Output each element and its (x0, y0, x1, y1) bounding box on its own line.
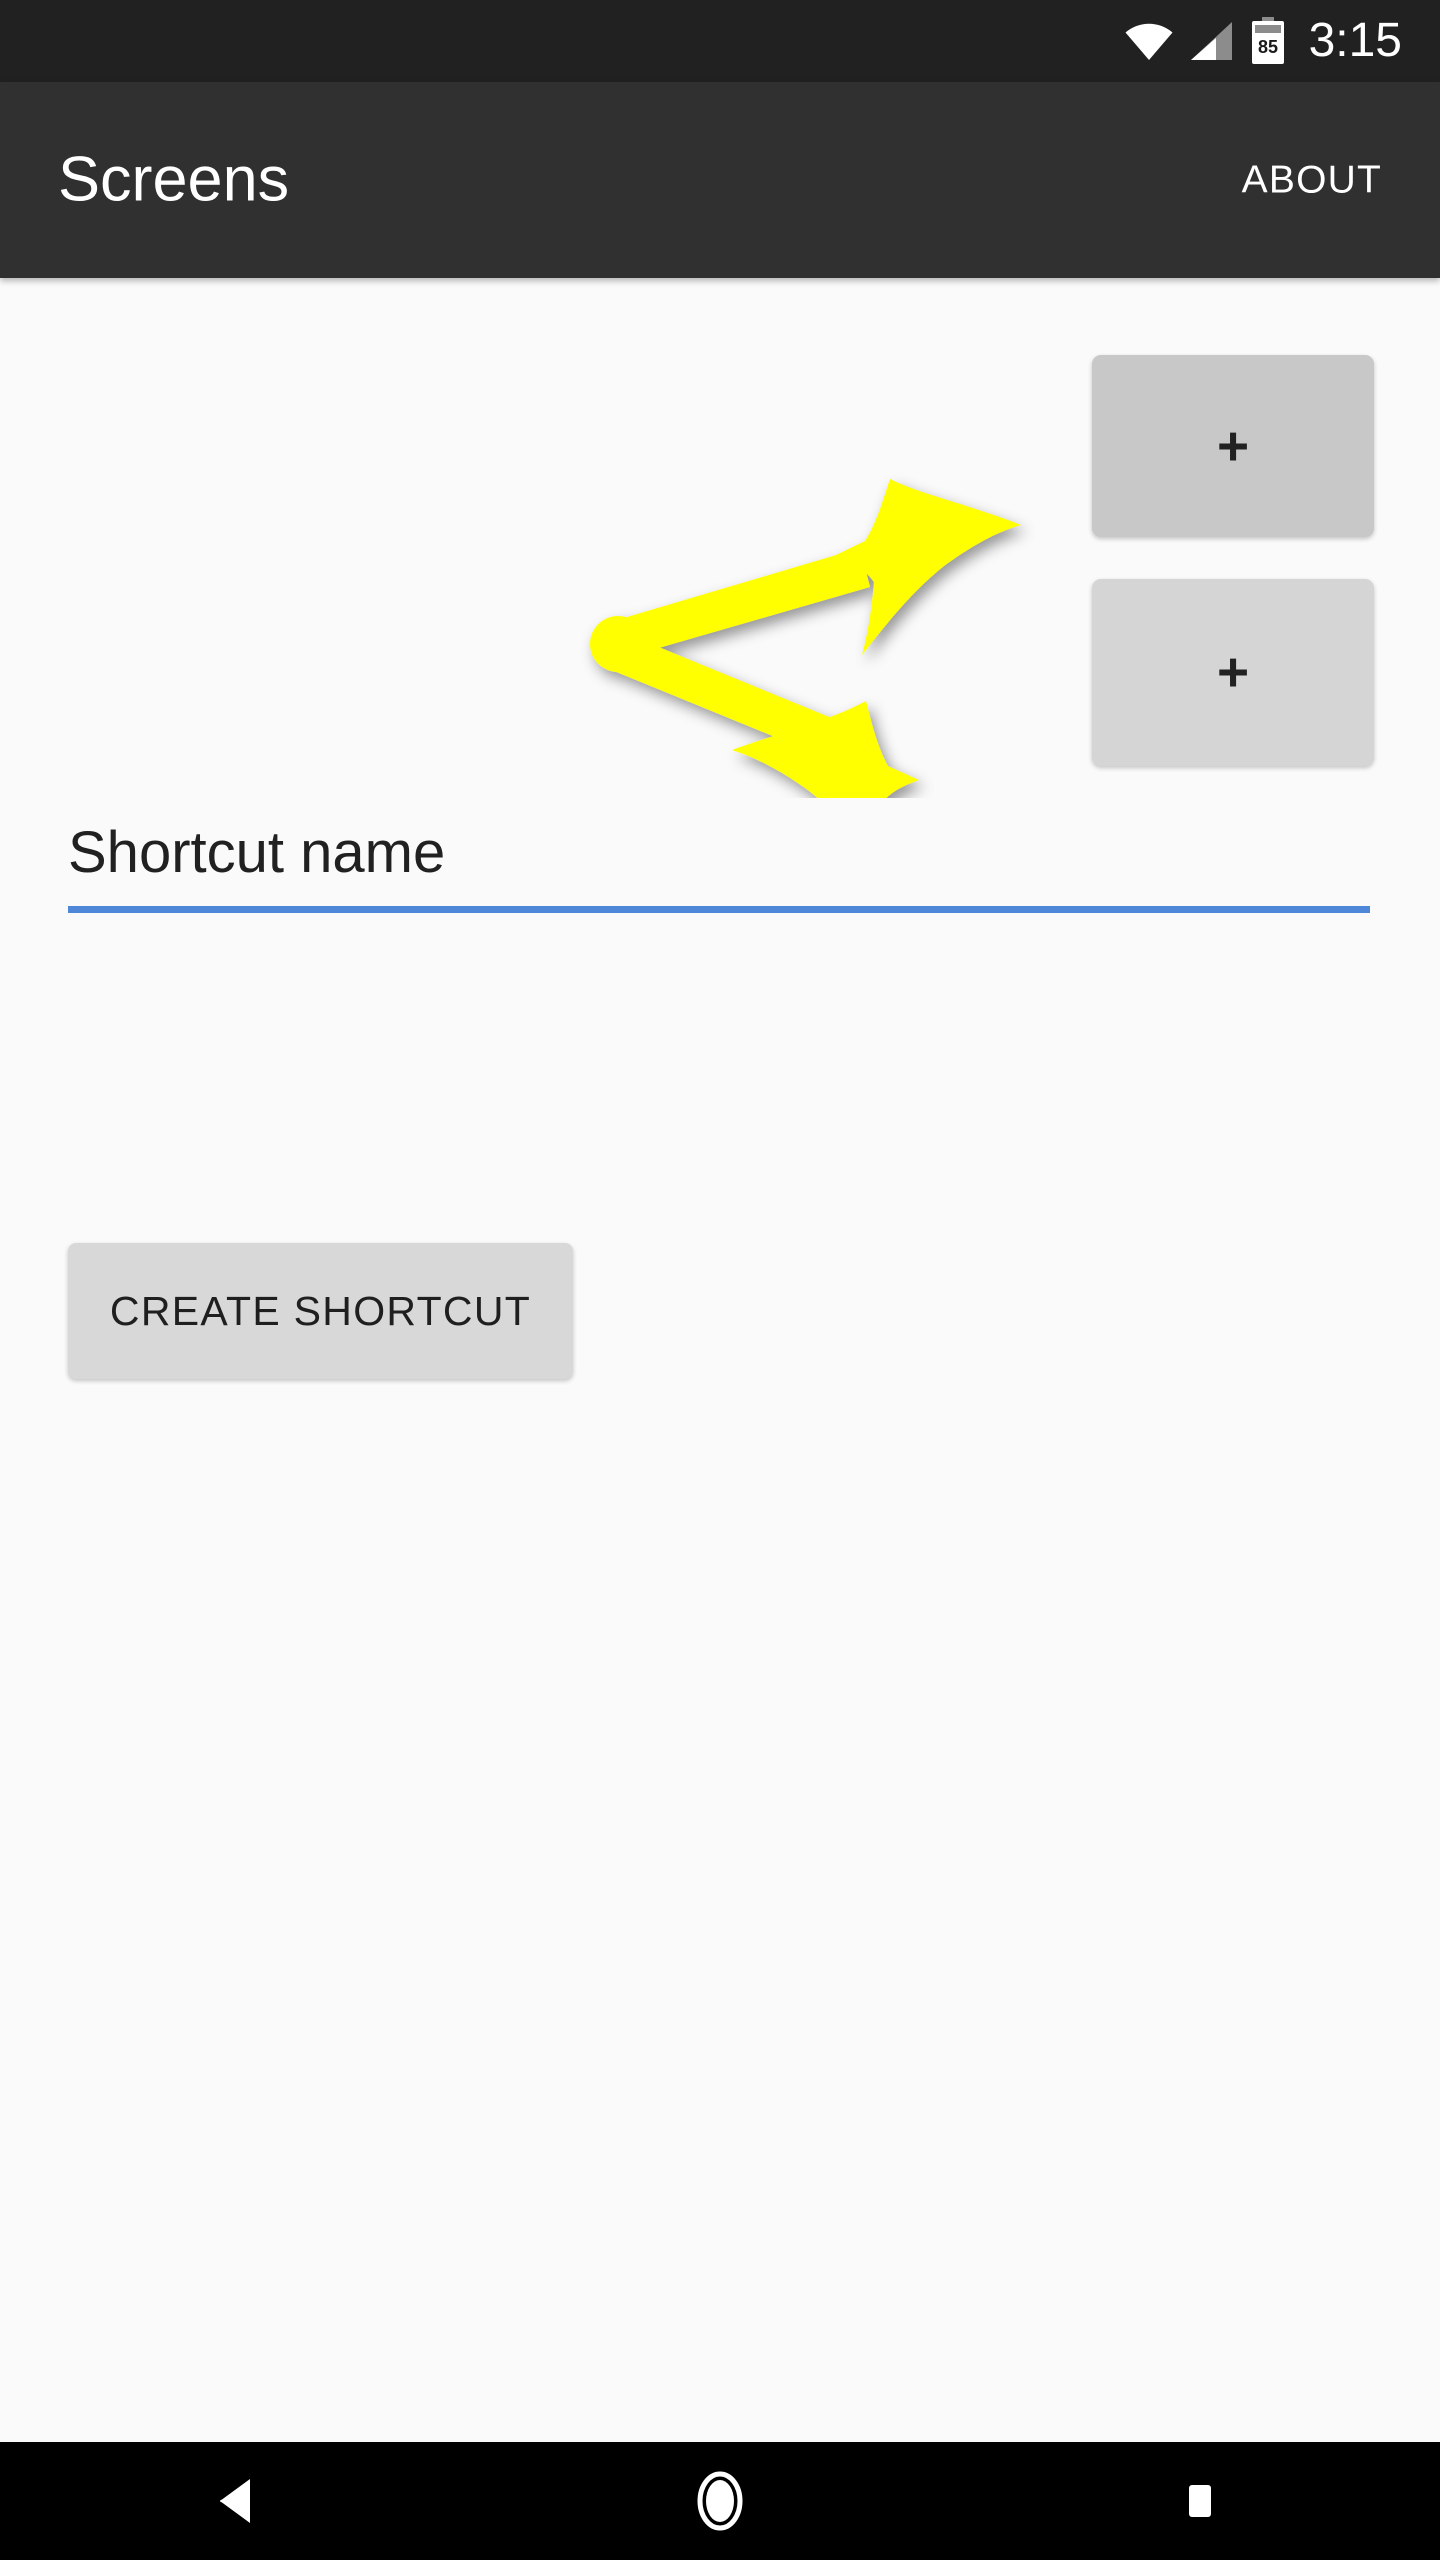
status-bar-icons: 85 (1125, 17, 1285, 65)
shortcut-name-field[interactable] (68, 808, 1370, 923)
status-bar-clock: 3:15 (1308, 14, 1402, 67)
recents-icon[interactable] (1105, 2442, 1295, 2560)
back-icon[interactable] (145, 2442, 335, 2560)
field-underline (68, 906, 1370, 913)
plus-icon: + (1216, 641, 1250, 703)
about-button[interactable]: ABOUT (1224, 147, 1400, 214)
screen-tile-add-2[interactable]: + (1092, 579, 1374, 766)
main-content: + + Shortcut name CREATE SHORTCUT (0, 278, 1440, 2442)
screen-tile-add-1[interactable]: + (1092, 355, 1374, 537)
android-navigation-bar (0, 2442, 1440, 2560)
page-title: Screens (58, 144, 290, 215)
wifi-icon (1125, 22, 1173, 60)
battery-level-text: 85 (1258, 37, 1278, 57)
app-bar: Screens ABOUT (0, 82, 1440, 278)
cell-signal-icon (1190, 21, 1234, 61)
create-shortcut-button[interactable]: CREATE SHORTCUT (68, 1243, 573, 1379)
battery-icon: 85 (1251, 17, 1285, 65)
plus-icon: + (1216, 414, 1250, 477)
status-bar: 85 3:15 (0, 0, 1440, 82)
device-screen: 85 3:15 Screens ABOUT + + Shortcut name … (0, 0, 1440, 2560)
double-arrow-icon (590, 479, 1021, 880)
shortcut-name-input[interactable] (68, 808, 1370, 898)
annotation-arrow-overlay (560, 298, 1090, 880)
home-icon[interactable] (625, 2442, 815, 2560)
